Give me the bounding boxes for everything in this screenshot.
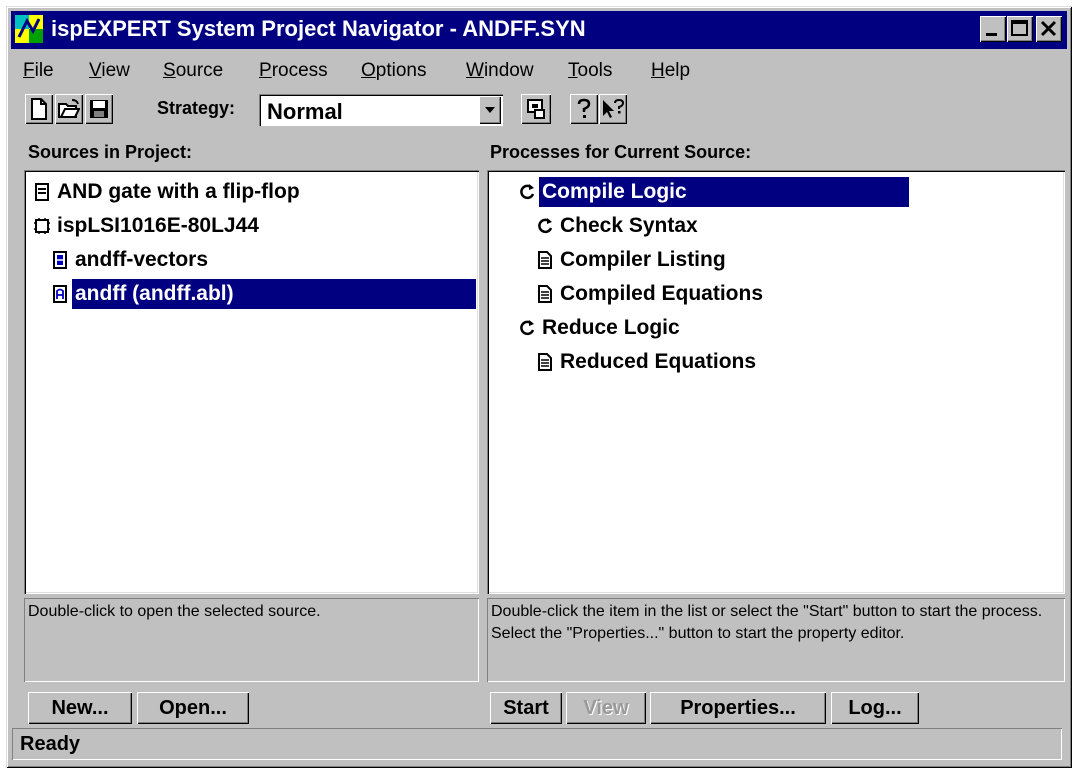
process-cycle-icon [535,215,555,237]
strategy-select[interactable]: Normal [259,94,503,126]
properties-button[interactable]: Properties... [650,692,826,724]
process-item-reduce-logic[interactable]: Reduce Logic [517,312,683,344]
log-button[interactable]: Log... [831,692,919,724]
device-configuration-button[interactable] [521,94,551,124]
minimize-button[interactable] [980,16,1006,42]
source-item-label: andff-vectors [75,248,209,271]
title-bar[interactable]: ispEXPERT System Project Navigator - AND… [11,11,1067,49]
process-item-compile-logic[interactable]: Compile Logic [517,176,909,208]
chip-config-icon [527,99,545,119]
process-item-label: Check Syntax [560,214,698,237]
menu-tools[interactable]: Tools [568,60,612,82]
help-icon [577,98,591,118]
save-disk-icon [90,100,108,118]
new-source-button[interactable]: New... [28,692,132,724]
sources-label: Sources in Project: [28,142,193,162]
menu-options[interactable]: Options [361,60,426,82]
report-icon [535,249,555,271]
process-item-label: Reduce Logic [542,316,680,339]
menu-bar: File View Source Process Options Window … [11,54,1067,86]
maximize-icon [1011,20,1028,36]
source-item-label: andff (andff.abl) [72,279,476,309]
process-item-label: Compiler Listing [560,248,726,271]
strategy-value: Normal [267,99,343,124]
new-file-button[interactable] [25,94,53,124]
start-button[interactable]: Start [490,692,562,724]
strategy-label: Strategy: [157,98,236,118]
process-cycle-icon [517,317,537,339]
chip-icon [32,215,52,237]
menu-view[interactable]: View [89,60,130,82]
toolbar: Strategy: Normal [11,92,1067,132]
report-icon [535,283,555,305]
menu-file[interactable]: File [23,60,54,82]
processes-hint: Double-click the item in the list or sel… [487,598,1065,682]
process-cycle-icon [517,181,537,203]
close-icon [1040,20,1057,37]
strategy-dropdown-button[interactable] [479,96,501,124]
source-item-project[interactable]: AND gate with a flip-flop [32,176,303,208]
view-button[interactable]: View [566,692,646,724]
document-icon [32,181,52,203]
sources-hint: Double-click to open the selected source… [24,598,479,682]
processes-label: Processes for Current Source: [490,142,752,162]
menu-window[interactable]: Window [466,60,534,82]
processes-list[interactable]: Compile Logic Check Syntax Compiler List… [487,170,1065,594]
process-item-compiler-listing[interactable]: Compiler Listing [535,244,729,276]
source-item-device[interactable]: ispLSI1016E-80LJ44 [32,210,262,242]
chevron-down-icon [485,107,495,113]
process-item-compiled-equations[interactable]: Compiled Equations [535,278,766,310]
status-bar: Ready [12,728,1062,760]
open-folder-icon [58,99,80,118]
minimize-icon [986,33,997,36]
process-item-check-syntax[interactable]: Check Syntax [535,210,701,242]
context-help-button[interactable] [599,94,627,124]
menu-help[interactable]: Help [651,60,690,82]
help-button[interactable] [570,94,598,124]
status-text: Ready [20,733,81,755]
maximize-button[interactable] [1007,16,1033,42]
menu-source[interactable]: Source [163,60,223,82]
menu-process[interactable]: Process [259,60,328,82]
sources-list[interactable]: AND gate with a flip-flop ispLSI1016E-80… [24,170,479,594]
process-item-label: Compiled Equations [560,282,764,305]
open-file-button[interactable] [55,94,83,124]
source-item-vectors[interactable]: andff-vectors [50,244,211,276]
save-button[interactable] [85,94,113,124]
vectors-file-icon [50,249,70,271]
process-item-label: Reduced Equations [560,350,757,373]
report-icon [535,351,555,373]
open-source-button[interactable]: Open... [137,692,249,724]
process-item-label: Compile Logic [539,177,909,207]
window-title: ispEXPERT System Project Navigator - AND… [51,16,586,41]
abel-file-icon [50,283,70,305]
source-item-label: ispLSI1016E-80LJ44 [57,214,259,237]
new-file-icon [31,98,47,120]
main-window: ispEXPERT System Project Navigator - AND… [6,6,1072,768]
context-help-icon [603,98,625,118]
source-item-label: AND gate with a flip-flop [57,180,300,203]
ispexpert-app-icon[interactable] [15,15,43,43]
process-item-reduced-equations[interactable]: Reduced Equations [535,346,759,378]
close-button[interactable] [1036,16,1062,42]
source-item-abel[interactable]: andff (andff.abl) [50,278,476,310]
